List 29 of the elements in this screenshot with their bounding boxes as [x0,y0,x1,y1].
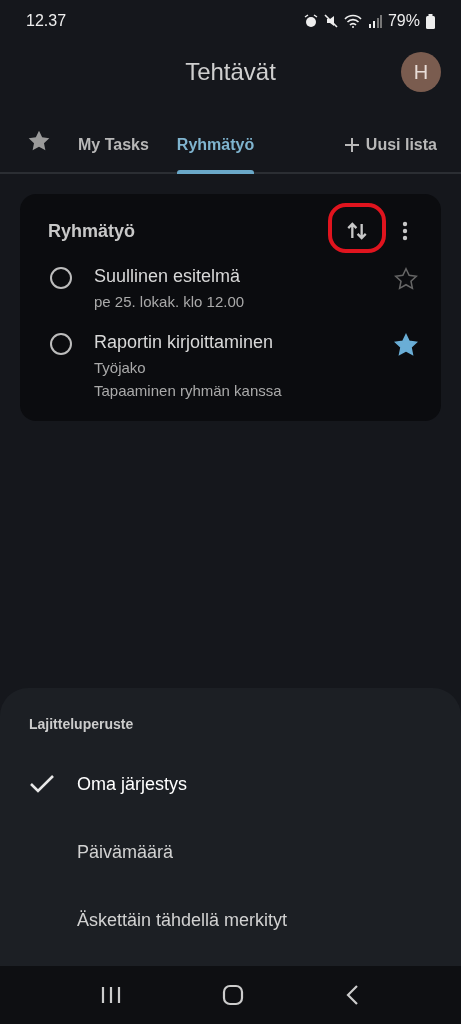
alarm-icon [303,14,318,28]
list-title: Ryhmätyö [48,220,137,242]
plus-icon [343,137,360,153]
task-detail: Tapaaminen ryhmän kanssa [94,382,283,399]
highlight-ring [328,203,386,253]
complete-checkbox[interactable] [50,333,72,355]
sheet-title: Lajitteluperuste [28,716,135,734]
list-tab[interactable]: Ryhmätyö [162,136,269,172]
star-icon[interactable] [393,266,419,292]
signal-icon [367,14,382,28]
task-detail: Työjako [94,359,147,376]
new-list-tab[interactable]: Uusi lista [329,136,451,172]
check-icon [29,774,55,794]
task-title: Suullinen esitelmä [94,266,242,287]
wifi-icon [343,14,362,28]
option-label[interactable]: Päivämäärä [77,841,174,863]
battery-icon [426,13,435,29]
mute-icon [323,14,338,28]
complete-checkbox[interactable] [50,267,72,289]
star-icon[interactable] [393,332,419,358]
option-label[interactable]: Äskettäin tähdellä merkityt [77,909,288,931]
task-detail: pe 25. lokak. klo 12.00 [94,293,246,310]
status-time: 12.37 [26,12,67,30]
battery-percent: 79% [387,12,420,30]
task-title: Raportin kirjoittaminen [94,332,275,353]
app-title: Tehtävät [185,58,276,86]
list-tab[interactable]: My Tasks [64,136,163,172]
account-avatar[interactable]: H [401,52,441,92]
option-label[interactable]: Oma järjestys [77,773,188,795]
